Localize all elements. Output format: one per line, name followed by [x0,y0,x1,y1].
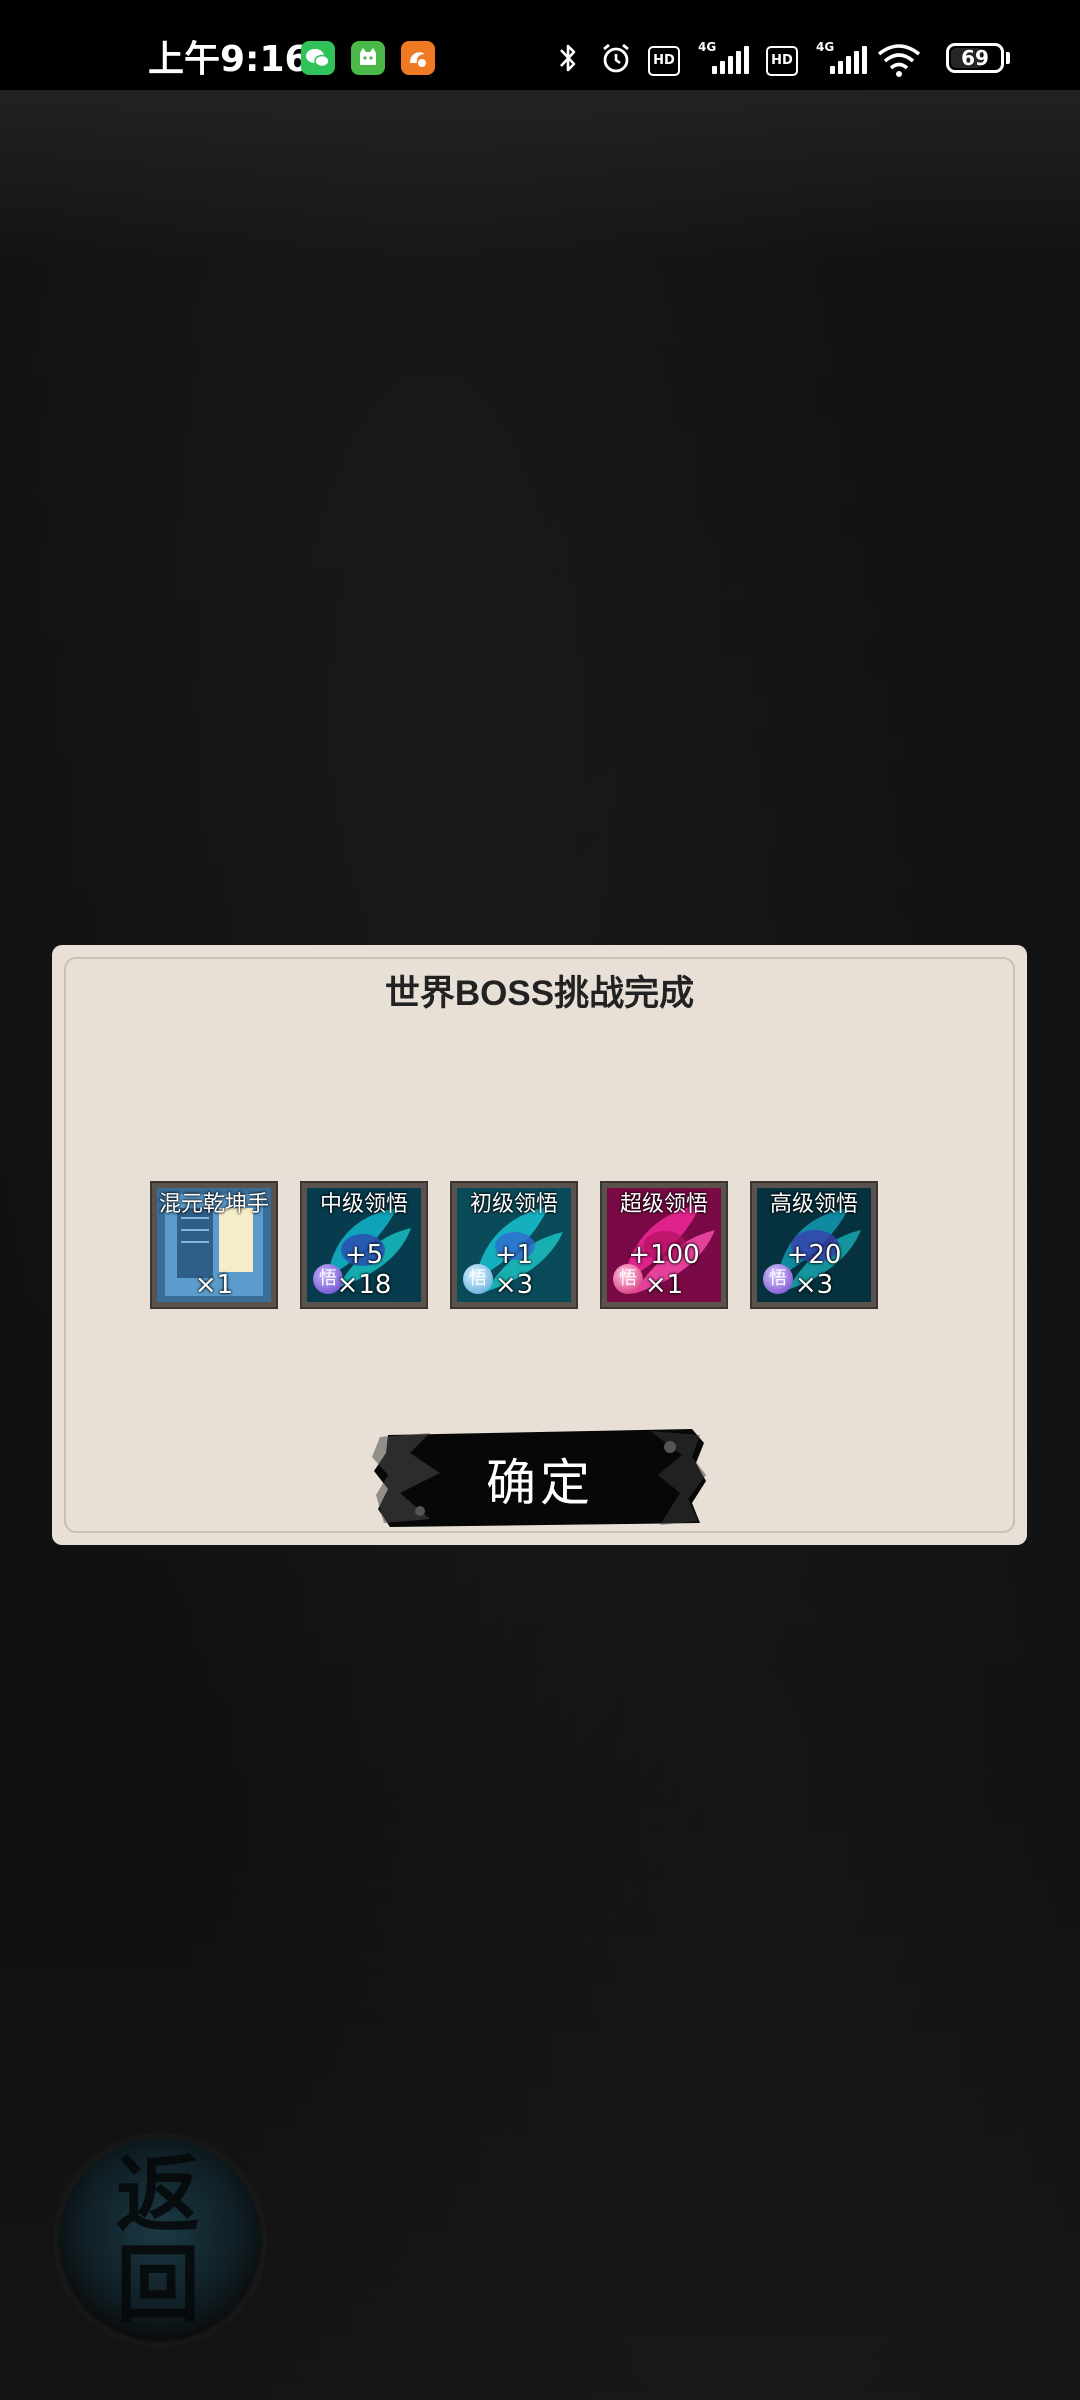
reward-dialog: 世界BOSS挑战完成 混元乾坤手 ×1 中级领悟 +5 悟 ×18 初级领悟 +… [52,945,1027,1545]
back-button[interactable]: 返回 [50,2130,270,2350]
wechat-icon [301,41,335,75]
cat-app-icon [351,41,385,75]
reward-count: ×3 [494,1270,534,1300]
game-screen: 上午9:16 HD 4G HD 4G 69 世界BOSS挑战完成 混元乾坤手 ×… [0,0,1080,2400]
reward-count: ×1 [194,1270,234,1300]
reward-count: ×3 [794,1270,834,1300]
reward-name: 高级领悟 [769,1192,858,1217]
reward-list: 混元乾坤手 ×1 中级领悟 +5 悟 ×18 初级领悟 +1 悟 ×3 超级领悟… [102,1183,876,1309]
signal-icon-2 [830,46,870,74]
reward-name: 混元乾坤手 [159,1192,270,1217]
hd-badge-2: HD [766,46,798,76]
reward-name: 超级领悟 [619,1192,708,1217]
uc-browser-icon [401,41,435,75]
dialog-title: 世界BOSS挑战完成 [384,974,695,1013]
reward-count: ×18 [336,1270,392,1300]
status-time: 上午9:16 [148,39,310,80]
reward-item[interactable]: 高级领悟 +20 悟 ×3 [752,1183,876,1307]
reward-item[interactable]: 初级领悟 +1 悟 ×3 [452,1183,576,1307]
confirm-label: 确定 [486,1454,594,1512]
status-bar: 上午9:16 HD 4G HD 4G 69 [0,0,1080,90]
wifi-icon [877,44,921,77]
reward-name: 初级领悟 [469,1192,558,1217]
reward-item[interactable]: 中级领悟 +5 悟 ×18 [302,1183,426,1307]
reward-item[interactable]: 超级领悟 +100 悟 ×1 [602,1183,726,1307]
signal-icon-1 [712,46,752,74]
reward-count: ×1 [644,1270,684,1300]
bluetooth-icon [560,44,576,72]
reward-name: 中级领悟 [319,1192,408,1217]
hd-badge-1: HD [648,46,680,76]
battery-level: 69 [961,46,989,70]
battery-indicator: 69 [946,43,1004,73]
confirm-button[interactable]: 确定 [370,1423,710,1531]
battery-tip [1006,52,1010,64]
alarm-icon [603,43,629,73]
back-label: 返回 [115,2145,200,2334]
reward-item[interactable]: 混元乾坤手 ×1 [152,1183,276,1307]
